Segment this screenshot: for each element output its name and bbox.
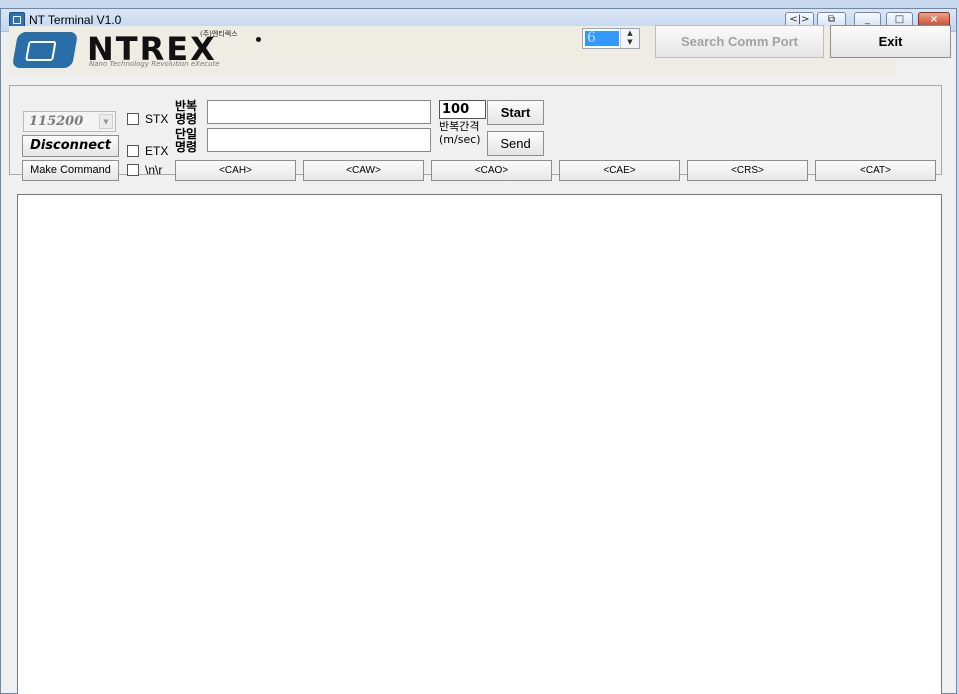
repeat-interval-input[interactable]: 100 [439,100,486,119]
cmd-cae-button[interactable]: <CAE> [559,160,680,181]
repeat-interval-label-line2: (m/sec) [439,133,481,146]
crlf-checkbox[interactable] [127,164,139,176]
single-command-input[interactable] [207,128,431,152]
repeat-command-label-line2: 명령 [175,112,198,126]
stx-checkbox[interactable] [127,113,139,125]
disconnect-button[interactable]: Disconnect [22,135,119,157]
send-button[interactable]: Send [487,131,544,156]
exit-button[interactable]: Exit [830,25,951,58]
make-command-button[interactable]: Make Command [22,160,119,181]
single-command-label: 단일 명령 [175,128,203,154]
logo-dot [256,37,261,42]
repeat-interval-label: 반복간격 (m/sec) [439,120,481,146]
terminal-output-area[interactable] [17,194,942,694]
repeat-command-input[interactable] [207,100,431,124]
etx-label: ETX [145,144,169,158]
single-command-label-line2: 명령 [175,140,198,154]
chevron-down-icon[interactable]: ▼ [99,114,113,129]
spin-up-icon[interactable]: ▲ [621,29,639,38]
cmd-crs-button[interactable]: <CRS> [687,160,808,181]
baud-rate-select[interactable]: 115200 ▼ [23,111,116,132]
port-number-value[interactable]: 6 [585,31,619,46]
stx-label: STX [145,112,169,126]
port-number-spinner[interactable]: 6 ▲ ▼ [582,28,640,49]
repeat-interval-label-line1: 반복간격 [439,120,480,133]
baud-rate-value: 115200 [29,114,84,129]
window-title: NT Terminal V1.0 [29,13,122,27]
repeat-command-label: 반복 명령 [175,100,203,126]
cmd-caw-button[interactable]: <CAW> [303,160,424,181]
spinner-arrows[interactable]: ▲ ▼ [620,29,639,48]
etx-checkbox[interactable] [127,145,139,157]
search-comm-port-button[interactable]: Search Comm Port [655,25,824,58]
cmd-cah-button[interactable]: <CAH> [175,160,296,181]
cmd-cat-button[interactable]: <CAT> [815,160,936,181]
crlf-label: \n\r [145,163,163,177]
spin-down-icon[interactable]: ▼ [621,38,639,47]
cmd-cao-button[interactable]: <CAO> [431,160,552,181]
start-button[interactable]: Start [487,100,544,125]
logo-subtitle: Nano Technology Revolution eXecute [89,60,220,68]
ntrex-logo-icon [11,32,79,68]
